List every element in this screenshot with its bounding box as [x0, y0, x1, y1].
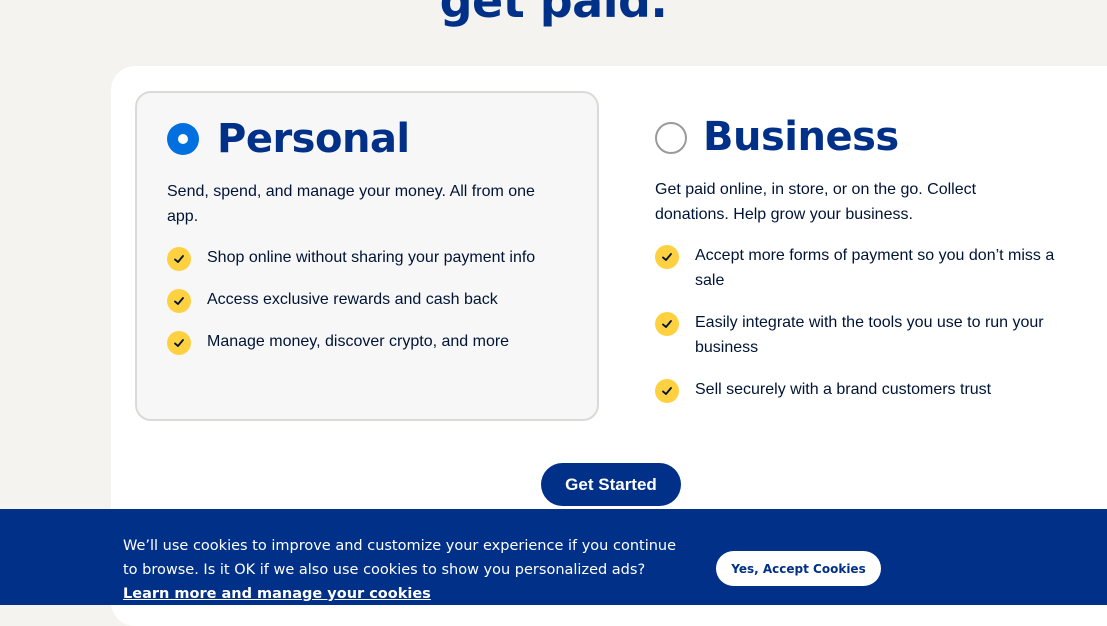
- business-option-card[interactable]: Business Get paid online, in store, or o…: [623, 91, 1083, 421]
- personal-option-card[interactable]: Personal Send, spend, and manage your mo…: [135, 91, 599, 421]
- business-feature-list: Accept more forms of payment so you don’…: [655, 243, 1055, 419]
- manage-cookies-link[interactable]: Learn more and manage your cookies: [123, 582, 431, 606]
- get-started-button[interactable]: Get Started: [541, 463, 681, 506]
- check-icon: [167, 289, 191, 313]
- personal-feature-list: Shop online without sharing your payment…: [167, 245, 567, 371]
- check-icon: [167, 247, 191, 271]
- personal-title: Personal: [217, 116, 410, 162]
- feature-text: Sell securely with a brand customers tru…: [695, 381, 992, 398]
- list-item: Easily integrate with the tools you use …: [655, 310, 1055, 360]
- business-title: Business: [703, 114, 899, 160]
- check-icon: [167, 331, 191, 355]
- check-icon: [655, 312, 679, 336]
- list-item: Sell securely with a brand customers tru…: [655, 377, 1055, 403]
- radio-unselected-icon[interactable]: [655, 122, 687, 154]
- accept-cookies-button[interactable]: Yes, Accept Cookies: [716, 551, 881, 586]
- check-icon: [655, 245, 679, 269]
- cookie-banner: We’ll use cookies to improve and customi…: [0, 509, 1107, 605]
- feature-text: Shop online without sharing your payment…: [207, 249, 536, 266]
- radio-selected-icon[interactable]: [167, 123, 199, 155]
- feature-text: Easily integrate with the tools you use …: [695, 314, 1044, 356]
- business-description: Get paid online, in store, or on the go.…: [655, 181, 977, 223]
- feature-text: Manage money, discover crypto, and more: [207, 333, 510, 350]
- list-item: Shop online without sharing your payment…: [167, 245, 567, 271]
- check-icon: [655, 379, 679, 403]
- feature-text: Accept more forms of payment so you don’…: [695, 247, 1055, 289]
- list-item: Manage money, discover crypto, and more: [167, 329, 567, 355]
- cookie-message: We’ll use cookies to improve and customi…: [123, 538, 677, 578]
- feature-text: Access exclusive rewards and cash back: [207, 291, 498, 308]
- list-item: Accept more forms of payment so you don’…: [655, 243, 1055, 293]
- personal-description: Send, spend, and manage your money. All …: [167, 183, 535, 225]
- list-item: Access exclusive rewards and cash back: [167, 287, 567, 313]
- page-headline: get paid.: [439, 0, 668, 28]
